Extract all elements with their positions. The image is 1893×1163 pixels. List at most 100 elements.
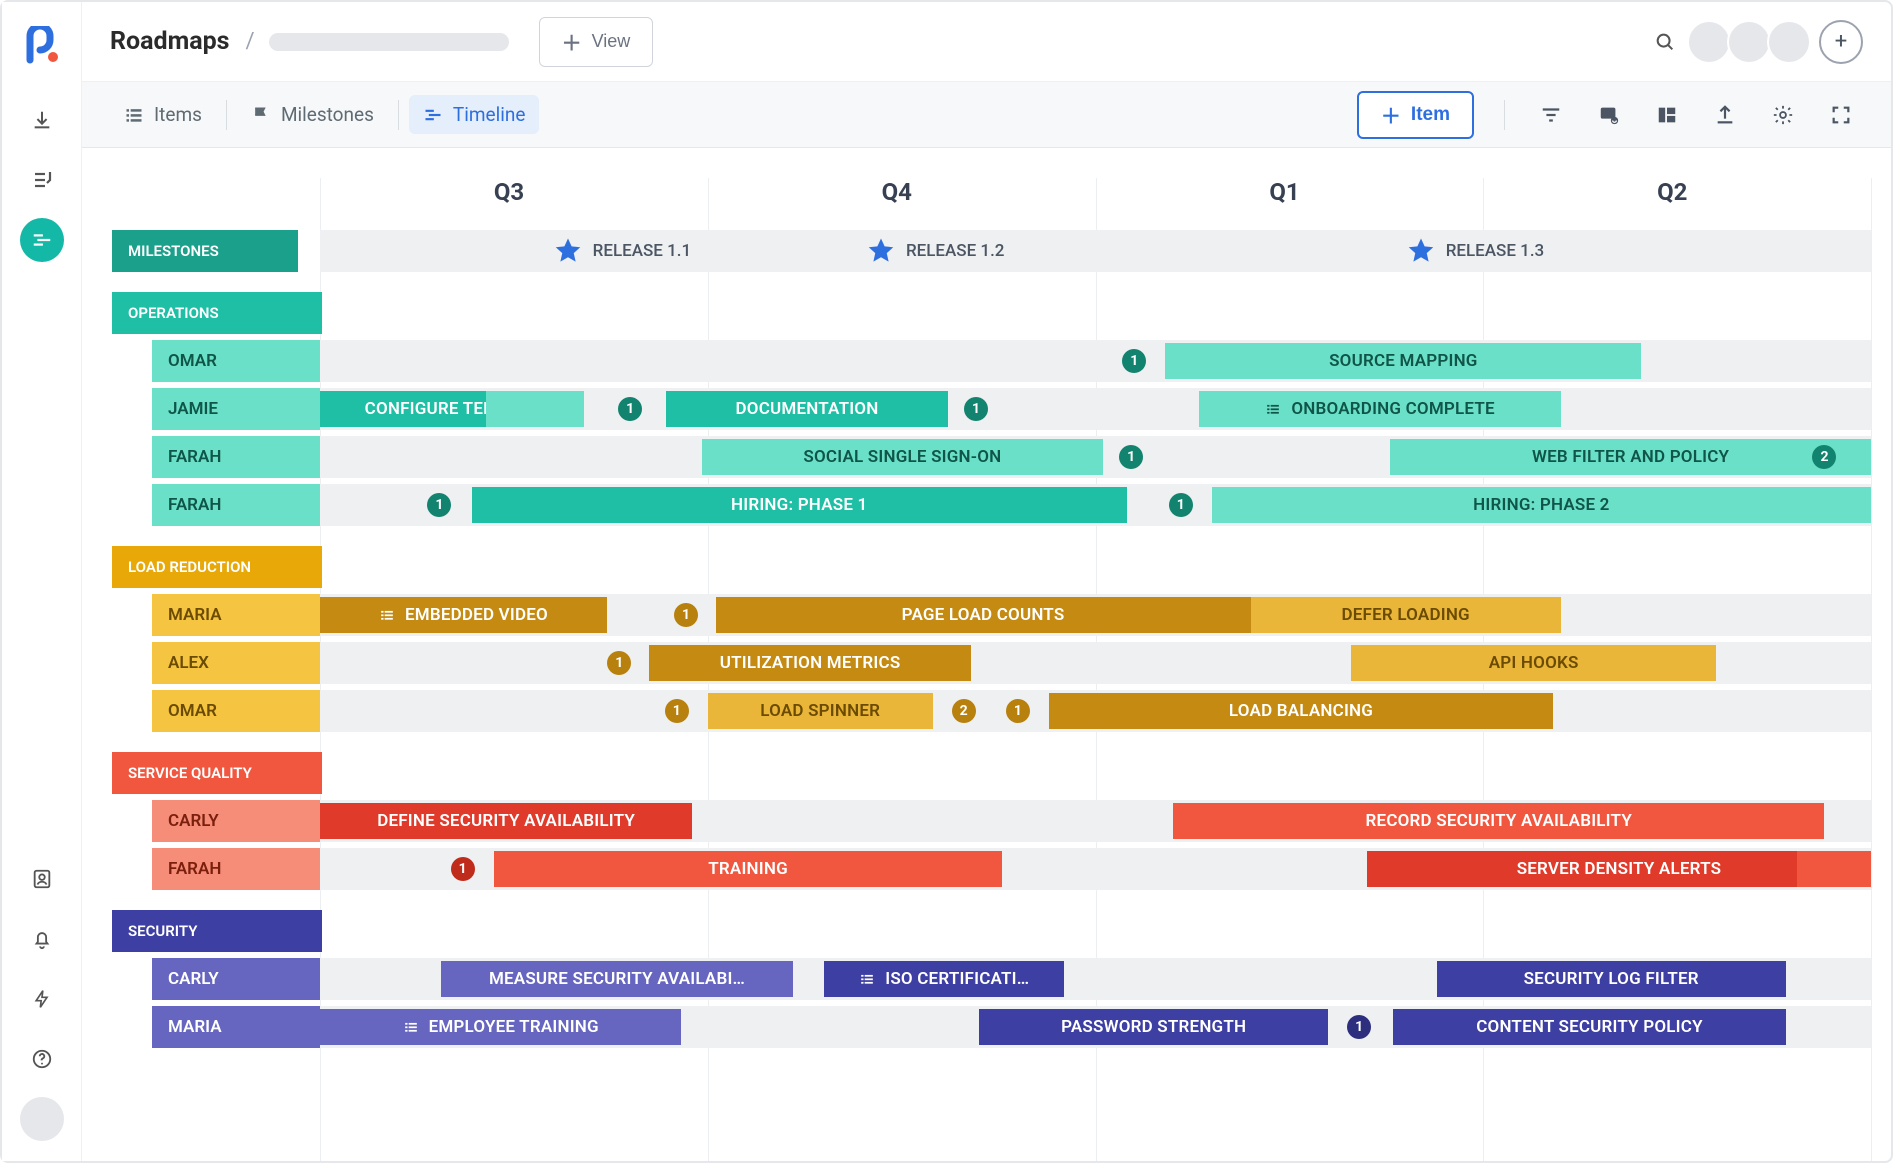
swimlane-label[interactable]: MARIA <box>152 594 322 636</box>
swimlane-label[interactable]: OMAR <box>152 690 322 732</box>
tab-items[interactable]: Items <box>110 95 216 134</box>
timeline-bar[interactable]: LOAD SPINNER <box>708 693 933 729</box>
count-badge[interactable]: 1 <box>665 699 689 723</box>
milestone[interactable]: RELEASE 1.3 <box>1406 236 1545 266</box>
timeline-bar[interactable]: API HOOKS <box>1351 645 1715 681</box>
rail-contacts-icon[interactable] <box>20 857 64 901</box>
timeline-bar[interactable]: UTILIZATION METRICS <box>649 645 972 681</box>
export-icon[interactable] <box>1703 93 1747 137</box>
count-badge[interactable]: 1 <box>1006 699 1030 723</box>
count-badge[interactable]: 1 <box>1169 493 1193 517</box>
timeline-bar[interactable]: CONFIGURE TERMIN… <box>320 391 584 427</box>
timeline-bar[interactable]: MEASURE SECURITY AVAILABI… <box>441 961 793 997</box>
timeline-bar[interactable]: SOURCE MAPPING <box>1165 343 1641 379</box>
rail-download-icon[interactable] <box>20 98 64 142</box>
add-item-label: Item <box>1411 104 1450 126</box>
swimlane-label[interactable]: FARAH <box>152 436 322 478</box>
timeline-bar[interactable]: DEFINE SECURITY AVAILABILITY <box>320 803 692 839</box>
milestone[interactable]: RELEASE 1.1 <box>553 236 692 266</box>
count-badge[interactable]: 1 <box>1347 1015 1371 1039</box>
group-header[interactable]: SERVICE QUALITY <box>112 752 322 794</box>
timeline-bar[interactable]: PASSWORD STRENGTH <box>979 1009 1328 1045</box>
rail-help-icon[interactable] <box>20 1037 64 1081</box>
rail-timeline-icon[interactable] <box>20 218 64 262</box>
add-item-button[interactable]: ＋ Item <box>1357 91 1474 139</box>
swimlane-label[interactable]: ALEX <box>152 642 322 684</box>
timeline-bar[interactable]: PAGE LOAD COUNTS <box>716 597 1251 633</box>
rail-bell-icon[interactable] <box>20 917 64 961</box>
timeline-bar[interactable]: DOCUMENTATION <box>666 391 948 427</box>
timeline-bar[interactable]: EMBEDDED VIDEO <box>320 597 607 633</box>
timeline-bar[interactable]: LOAD BALANCING <box>1049 693 1553 729</box>
count-badge[interactable]: 2 <box>1812 445 1836 469</box>
quarter-header: Q3Q4Q1Q2 <box>320 178 1871 230</box>
group-header[interactable]: LOAD REDUCTION <box>112 546 322 588</box>
count-badge[interactable]: 1 <box>427 493 451 517</box>
swimlane-label[interactable]: CARLY <box>152 800 322 842</box>
filter-icon[interactable] <box>1529 93 1573 137</box>
count-badge[interactable]: 1 <box>618 397 642 421</box>
link-fields-icon[interactable] <box>1587 93 1631 137</box>
count-badge[interactable]: 1 <box>964 397 988 421</box>
avatar[interactable] <box>1727 20 1771 64</box>
tab-timeline[interactable]: Timeline <box>409 95 540 134</box>
count-badge[interactable]: 1 <box>607 651 631 675</box>
timeline-bar[interactable]: RECORD SECURITY AVAILABILITY <box>1173 803 1824 839</box>
timeline-bar-label: DEFER LOADING <box>1342 605 1470 625</box>
timeline-bar-label: UTILIZATION METRICS <box>720 653 901 673</box>
count-badge[interactable]: 1 <box>451 857 475 881</box>
tab-milestones[interactable]: Milestones <box>237 95 388 134</box>
add-view-button[interactable]: ＋ View <box>539 17 654 67</box>
group-row: LOAD REDUCTION <box>112 546 1871 588</box>
swimlane-row: OMAR SOURCE MAPPING 1 <box>112 340 1871 382</box>
rail-list-icon[interactable] <box>20 158 64 202</box>
fullscreen-icon[interactable] <box>1819 93 1863 137</box>
timeline-bar[interactable]: HIRING: PHASE 2 <box>1212 487 1871 523</box>
swimlane-label[interactable]: JAMIE <box>152 388 322 430</box>
timeline-bar[interactable]: SOCIAL SINGLE SIGN-ON <box>702 439 1104 475</box>
swimlane-label[interactable]: OMAR <box>152 340 322 382</box>
timeline-bar[interactable]: TRAINING <box>494 851 1003 887</box>
quarter-label: Q3 <box>494 178 524 206</box>
milestone[interactable]: RELEASE 1.2 <box>866 236 1005 266</box>
timeline-bar-label: SERVER DENSITY ALERTS <box>1517 859 1722 879</box>
group-row: SERVICE QUALITY <box>112 752 1871 794</box>
swimlane-label[interactable]: FARAH <box>152 848 322 890</box>
timeline-bar[interactable]: ISO CERTIFICATI… <box>824 961 1064 997</box>
timeline-bar[interactable]: EMPLOYEE TRAINING <box>320 1009 681 1045</box>
list-icon <box>1265 402 1281 416</box>
rail-bolt-icon[interactable] <box>20 977 64 1021</box>
timeline-bar[interactable]: SECURITY LOG FILTER <box>1437 961 1786 997</box>
timeline-bar[interactable]: HIRING: PHASE 1 <box>472 487 1127 523</box>
swimlane-label[interactable]: MARIA <box>152 1006 322 1048</box>
swimlane-label[interactable]: FARAH <box>152 484 322 526</box>
timeline-bar-label: CONTENT SECURITY POLICY <box>1476 1017 1703 1037</box>
swimlane-row: OMAR LOAD SPINNER LOAD BALANCING 1 2 1 <box>112 690 1871 732</box>
list-icon <box>859 972 875 986</box>
timeline-bar-label: ONBOARDING COMPLETE <box>1291 399 1494 419</box>
count-badge[interactable]: 1 <box>674 603 698 627</box>
search-icon[interactable] <box>1645 22 1685 62</box>
count-badge[interactable]: 2 <box>952 699 976 723</box>
avatar[interactable] <box>1687 20 1731 64</box>
timeline-bar[interactable]: ONBOARDING COMPLETE <box>1199 391 1560 427</box>
rail-avatar[interactable] <box>20 1097 64 1141</box>
count-badge[interactable]: 1 <box>1122 349 1146 373</box>
count-badge[interactable]: 1 <box>1119 445 1143 469</box>
timeline-bar[interactable]: CONTENT SECURITY POLICY <box>1393 1009 1785 1045</box>
milestones-row: MILESTONESRELEASE 1.1RELEASE 1.2RELEASE … <box>112 230 1871 272</box>
group-header[interactable]: SECURITY <box>112 910 322 952</box>
timeline-bar[interactable]: SERVER DENSITY ALERTS <box>1367 851 1871 887</box>
group-header[interactable]: OPERATIONS <box>112 292 322 334</box>
timeline-bar-label: PAGE LOAD COUNTS <box>902 605 1065 625</box>
swimlane-row: FARAH TRAINING SERVER DENSITY ALERTS 1 <box>112 848 1871 890</box>
swimlane-label[interactable]: CARLY <box>152 958 322 1000</box>
timeline-bar[interactable]: WEB FILTER AND POLICY <box>1390 439 1871 475</box>
layout-icon[interactable] <box>1645 93 1689 137</box>
timeline-bar-label: SECURITY LOG FILTER <box>1524 969 1699 989</box>
timeline-bar-label: PASSWORD STRENGTH <box>1061 1017 1246 1037</box>
avatar[interactable] <box>1767 20 1811 64</box>
settings-icon[interactable] <box>1761 93 1805 137</box>
timeline-bar[interactable]: DEFER LOADING <box>1251 597 1561 633</box>
add-collaborator-button[interactable]: + <box>1819 20 1863 64</box>
